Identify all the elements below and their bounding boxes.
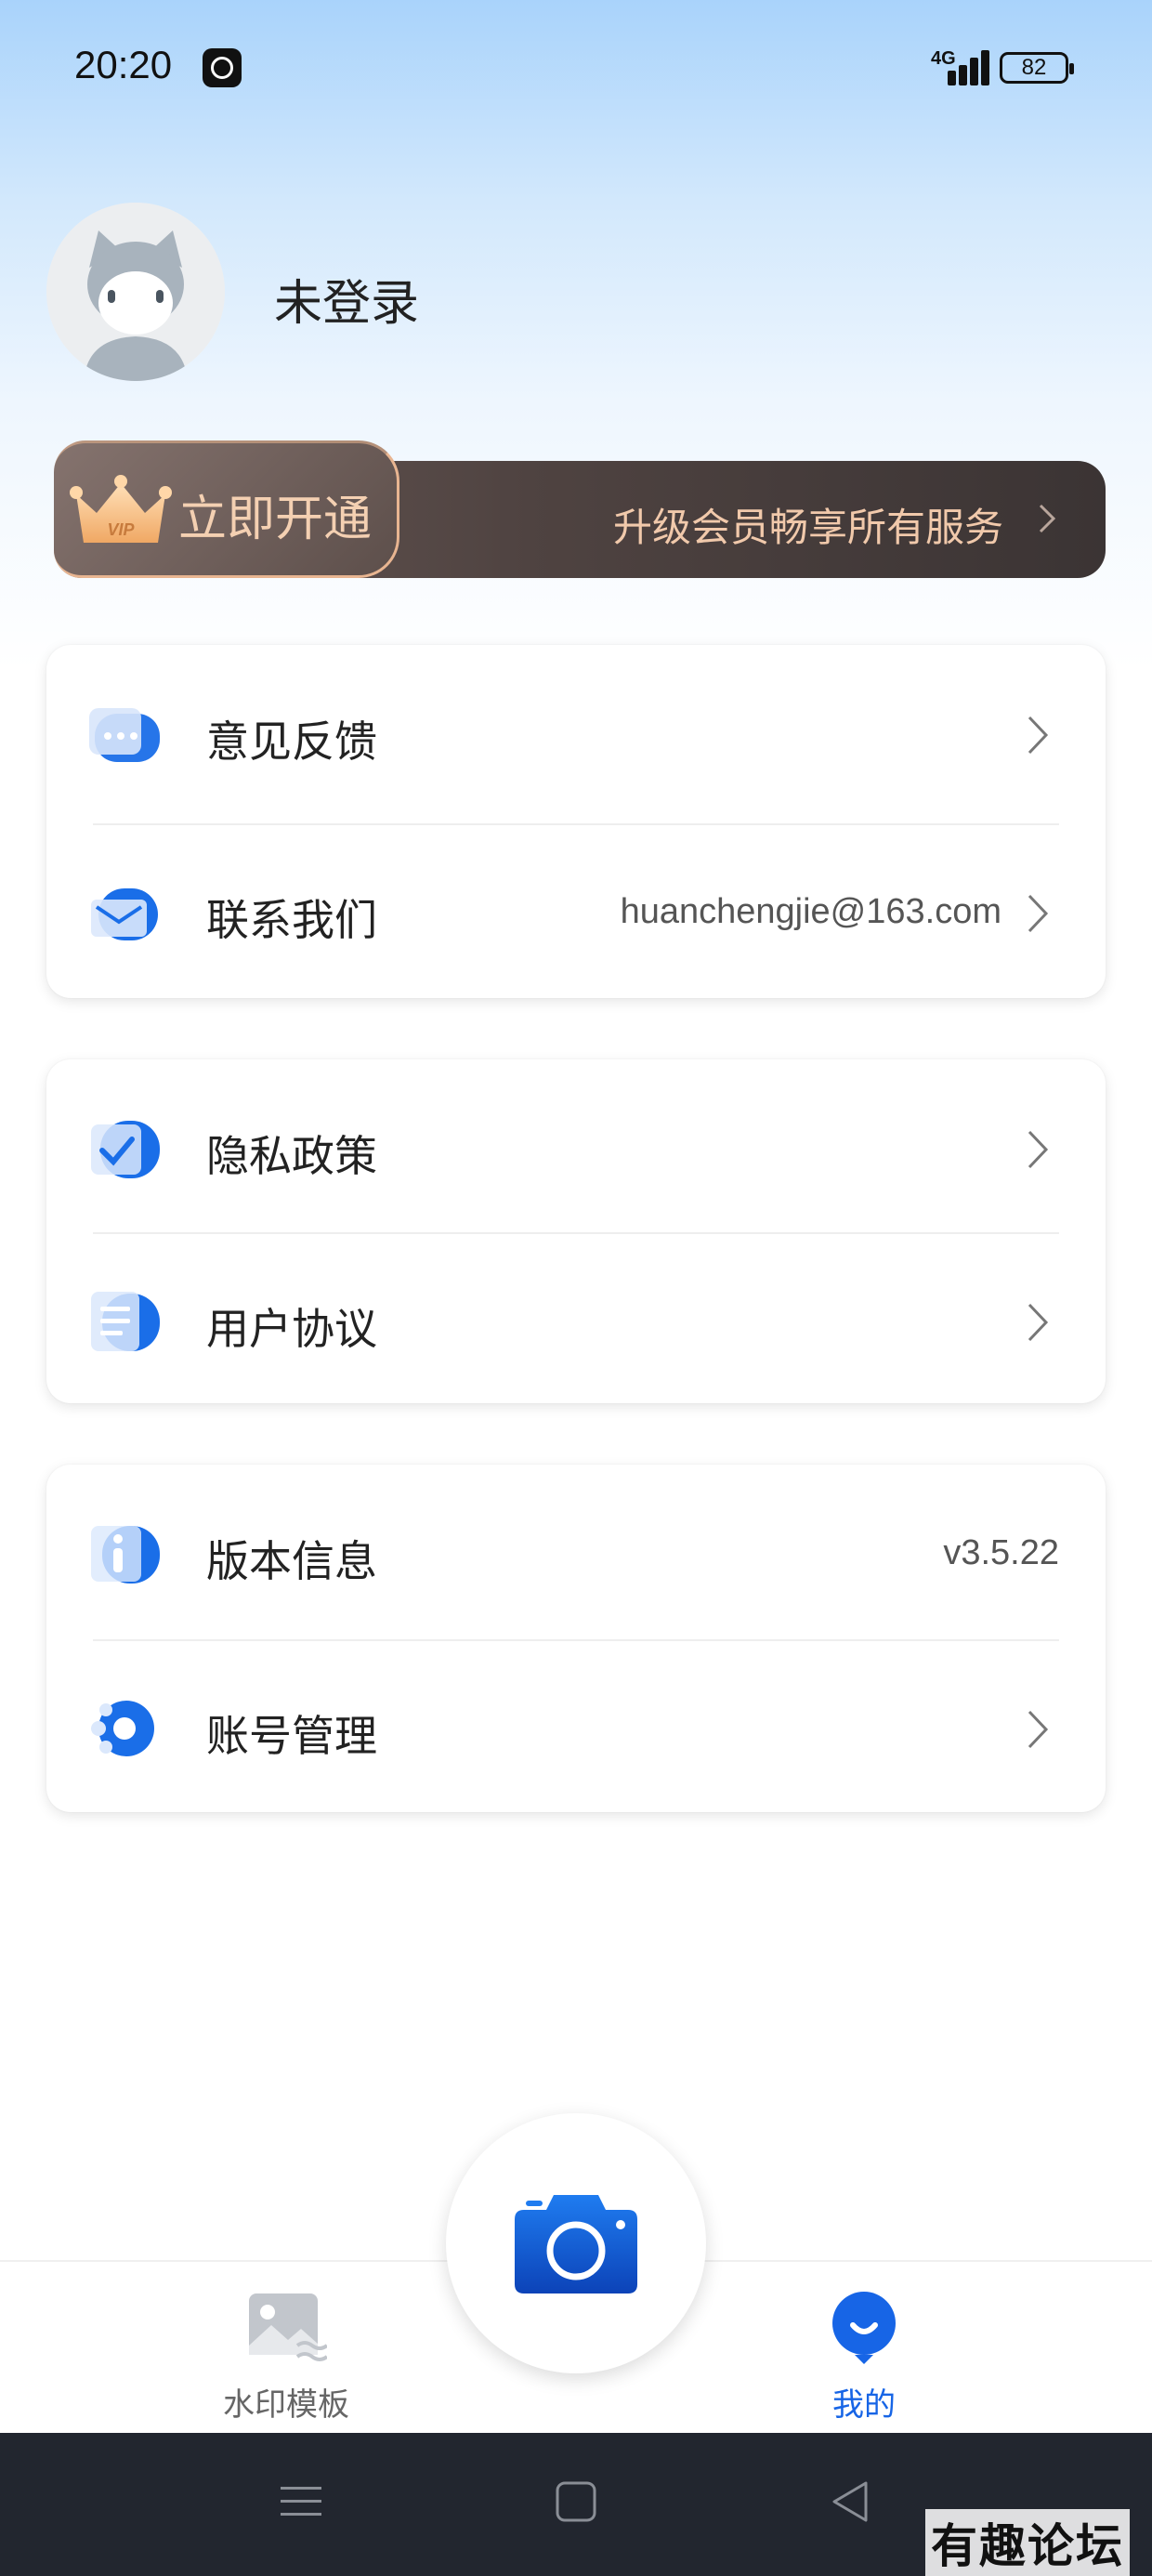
status-bar: 20:20 4G 82 [0,0,1152,139]
menu-label: 用户协议 [206,1304,377,1354]
forum-watermark: 有趣论坛 [925,2509,1130,2576]
menu-item-agreement[interactable]: 用户协议 [46,1232,1106,1407]
chevron-right-icon [1039,504,1056,533]
tab-label: 水印模板 [223,2386,349,2424]
tab-mine[interactable]: 我的 [719,2262,998,2435]
menu-item-account[interactable]: 账号管理 [46,1639,1106,1814]
camera-icon [515,2195,637,2293]
chevron-right-icon [1028,1130,1049,1169]
crown-icon: VIP [70,475,172,543]
app-notification-icon [203,48,242,87]
profile-tab-icon [832,2292,896,2364]
mail-icon [91,888,158,940]
network-type: 4G [931,48,956,69]
avatar-cat-icon [46,203,225,381]
menu-label: 意见反馈 [206,716,377,767]
document-icon [91,1292,160,1351]
chevron-right-icon [1028,1710,1049,1749]
legal-card: 隐私政策 用户协议 [46,1059,1106,1403]
back-icon[interactable] [825,2476,877,2528]
version-value: v3.5.22 [943,1533,1059,1572]
image-template-icon [249,2293,327,2361]
tab-watermark-templates[interactable]: 水印模板 [141,2262,420,2435]
menu-label: 联系我们 [206,895,377,945]
contact-email: huanchengjie@163.com [620,892,1001,931]
status-time: 20:20 [74,43,173,86]
battery-level: 82 [1021,55,1047,80]
menu-label: 账号管理 [206,1711,377,1761]
menu-item-privacy[interactable]: 隐私政策 [46,1059,1106,1234]
menu-icon[interactable] [275,2476,327,2528]
feedback-icon [89,708,160,762]
vip-badge-text: VIP [107,520,135,539]
chevron-right-icon [1028,1303,1049,1342]
settings-gear-icon [91,1701,154,1756]
chevron-right-icon [1028,716,1049,755]
battery-icon: 82 [1000,52,1074,84]
home-icon[interactable] [550,2476,602,2528]
tab-label: 我的 [832,2386,896,2424]
menu-label: 隐私政策 [206,1131,377,1181]
info-icon [91,1526,160,1584]
menu-label: 版本信息 [206,1536,377,1586]
privacy-shield-icon [91,1121,160,1178]
menu-item-feedback[interactable]: 意见反馈 [46,645,1106,820]
menu-item-version[interactable]: 版本信息 v3.5.22 [46,1465,1106,1639]
chevron-right-icon [1028,894,1049,933]
account-card: 版本信息 v3.5.22 账号管理 [46,1465,1106,1812]
avatar[interactable] [46,203,225,381]
support-card: 意见反馈 联系我们 huanchengjie@163.com [46,645,1106,998]
camera-button[interactable] [446,2113,706,2373]
vip-description: 升级会员畅享所有服务 [612,505,1003,550]
login-status[interactable]: 未登录 [274,264,419,334]
menu-item-contact[interactable]: 联系我们 huanchengjie@163.com [46,823,1106,998]
vip-open-label[interactable]: 立即开通 [178,480,372,549]
